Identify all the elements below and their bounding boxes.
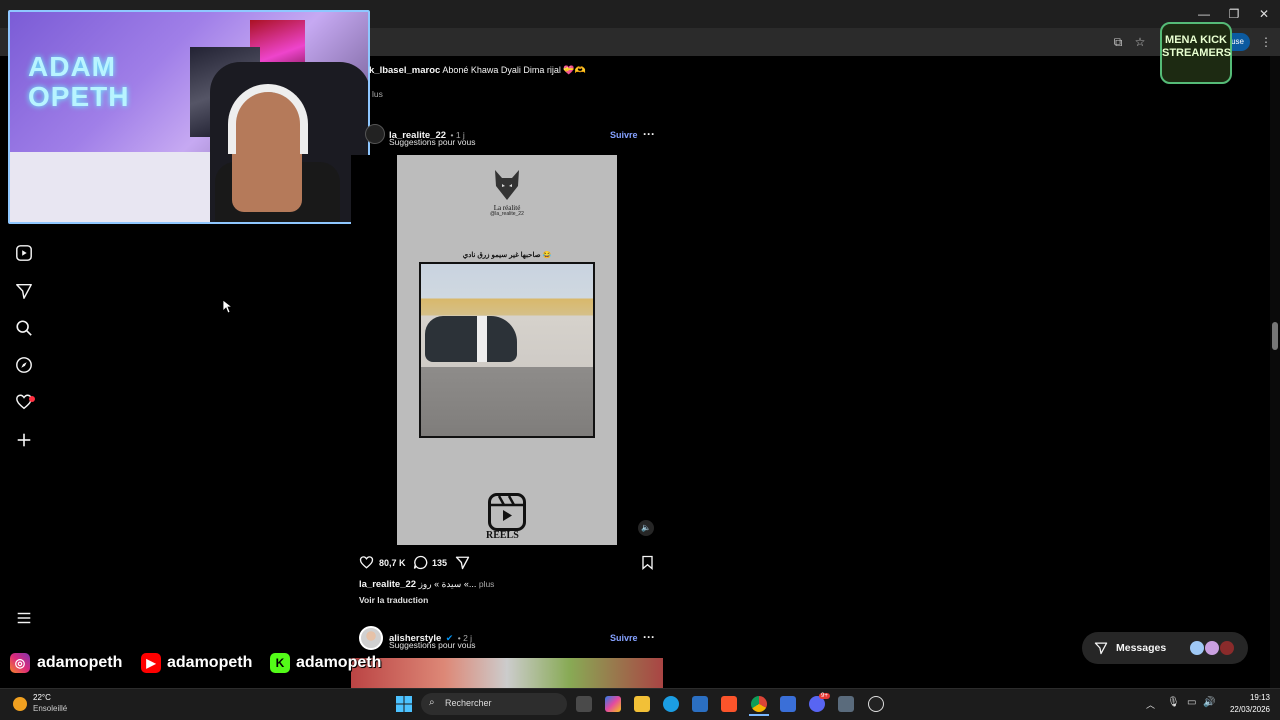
app-icon[interactable] [780, 696, 796, 712]
bookmark-star-icon[interactable]: ☆ [1132, 34, 1148, 50]
neon-sign: ADAM OPETH [28, 51, 130, 112]
microphone-icon[interactable]: 🎙 [1167, 697, 1180, 708]
messages-button[interactable]: Messages [1082, 632, 1248, 664]
avatar [1205, 641, 1219, 655]
menu-icon[interactable] [14, 609, 34, 629]
post-subtitle: Suggestions pour vous [389, 640, 476, 650]
car-image [425, 316, 517, 362]
chevron-up-icon[interactable]: ︿ [1146, 698, 1155, 711]
messages-label: Messages [1116, 642, 1167, 654]
brave-icon[interactable] [721, 696, 737, 712]
follow-button[interactable]: Suivre [610, 633, 638, 643]
comment-icon[interactable] [413, 555, 428, 573]
comment-handle[interactable]: k_lbasel_maroc [369, 65, 440, 76]
search-icon: ⌕ [429, 697, 435, 708]
post-subtitle: Suggestions pour vous [389, 137, 476, 147]
save-icon[interactable] [641, 555, 654, 573]
youtube-icon: ▶ [141, 653, 161, 673]
plus-icon[interactable] [14, 431, 34, 451]
weather-desc[interactable]: Ensoleillé [33, 704, 67, 713]
chrome-icon[interactable] [751, 696, 767, 712]
notification-dot [29, 396, 35, 402]
avatar [1190, 641, 1204, 655]
send-icon [1094, 641, 1108, 660]
file-explorer-icon[interactable] [634, 696, 650, 712]
obs-icon[interactable] [868, 696, 884, 712]
taskbar-search[interactable]: ⌕ Rechercher [421, 693, 567, 715]
install-app-icon[interactable]: ⧉ [1110, 34, 1126, 50]
media-letterbox [351, 155, 397, 545]
scrollbar[interactable] [1270, 56, 1280, 688]
comment-line: k_lbasel_maroc Aboné Khawa Dyali Dima ri… [369, 65, 586, 76]
share-icon[interactable] [455, 555, 470, 573]
kick-icon: K [270, 653, 290, 673]
weather-temp[interactable]: 22°C [33, 693, 51, 702]
webcam-overlay: ADAM OPETH [8, 10, 370, 224]
more-comments-link[interactable]: lus [372, 89, 383, 99]
follow-button[interactable]: Suivre [610, 130, 638, 140]
close-icon[interactable]: ✕ [1254, 6, 1274, 22]
social-handle: adamopeth [37, 654, 123, 671]
likes-count[interactable]: 80,7 K [379, 558, 406, 568]
media-caption: صاحبها غير سيمو زرق نادي 😂 [462, 252, 552, 259]
car-stripe [477, 316, 487, 362]
clock-date[interactable]: 22/03/2026 [1222, 705, 1270, 714]
edge-icon[interactable] [663, 696, 679, 712]
volume-icon[interactable]: 🔊 [1203, 697, 1215, 708]
reels-logo-icon [488, 493, 526, 531]
active-indicator [749, 714, 769, 716]
discord-badge: 9+ [819, 693, 830, 699]
desk [10, 152, 230, 222]
translate-link[interactable]: Voir la traduction [359, 595, 428, 605]
browser-menu-icon[interactable]: ⋮ [1258, 34, 1274, 50]
caption-text: سيدة » روز «... [418, 579, 477, 589]
more-options-icon[interactable]: ··· [643, 630, 655, 644]
post-media[interactable] [351, 658, 663, 690]
clock-time[interactable]: 19:13 [1230, 693, 1270, 702]
mouse-cursor-icon [222, 299, 234, 319]
avatar [1220, 641, 1234, 655]
scrollbar-thumb[interactable] [1272, 322, 1278, 350]
media-letterbox [617, 155, 663, 545]
like-icon[interactable] [359, 555, 374, 573]
send-icon[interactable] [14, 282, 34, 302]
remote-desktop-icon[interactable] [838, 696, 854, 712]
sun-icon[interactable] [13, 697, 27, 711]
avatar[interactable] [359, 626, 383, 650]
task-view-icon[interactable] [576, 696, 592, 712]
minimize-icon[interactable]: — [1194, 6, 1214, 22]
comments-count[interactable]: 135 [432, 558, 447, 568]
watermark-sub: @la_realite_22 [490, 211, 524, 217]
reels-icon[interactable] [14, 244, 34, 264]
reels-label: REELS [486, 530, 519, 541]
caption-line: la_realite_22 سيدة » روز «... plus [359, 579, 494, 590]
comment-text: Aboné Khawa Dyali Dima rijal 💝🫶 [442, 65, 586, 75]
avatar[interactable] [365, 124, 385, 144]
display-icon[interactable]: ▭ [1187, 697, 1196, 708]
social-handle: adamopeth [296, 654, 382, 671]
search-placeholder: Rechercher [445, 698, 492, 708]
caption-handle[interactable]: la_realite_22 [359, 579, 416, 590]
search-icon[interactable] [14, 319, 34, 339]
caption-more[interactable]: plus [479, 579, 495, 589]
headset-icon [228, 84, 308, 154]
mena-kick-streamers-logo: MENA KICK STREAMERS [1160, 22, 1232, 84]
restore-icon[interactable]: ❐ [1224, 6, 1244, 22]
more-options-icon[interactable]: ··· [643, 127, 655, 141]
mute-icon[interactable]: 🔈 [638, 520, 654, 536]
social-handle: adamopeth [167, 654, 253, 671]
store-icon[interactable] [692, 696, 708, 712]
instagram-icon: ◎ [10, 653, 30, 673]
copilot-icon[interactable] [605, 696, 621, 712]
windows-start-icon[interactable] [396, 696, 412, 717]
explore-icon[interactable] [14, 356, 34, 376]
wolf-logo-icon [492, 168, 522, 202]
video-frame[interactable] [419, 262, 595, 438]
